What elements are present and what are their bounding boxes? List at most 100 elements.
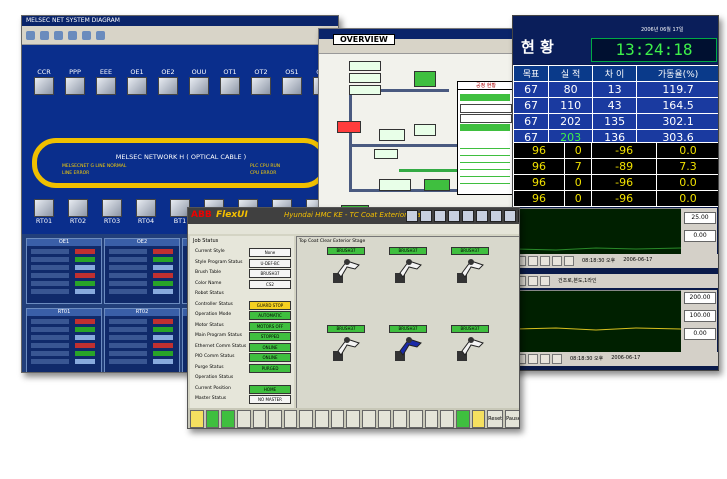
chart-icon[interactable] bbox=[462, 210, 474, 222]
status-cell bbox=[31, 265, 69, 270]
back-icon[interactable] bbox=[26, 30, 35, 40]
play-icon[interactable] bbox=[528, 276, 538, 286]
status-cell bbox=[31, 359, 69, 364]
status-cell bbox=[109, 281, 147, 286]
check-icon[interactable] bbox=[455, 410, 470, 428]
warning-icon[interactable] bbox=[190, 410, 204, 428]
status-key: Master Status bbox=[195, 396, 227, 401]
slot-button[interactable] bbox=[252, 410, 267, 428]
home-icon[interactable] bbox=[54, 30, 63, 40]
process-box[interactable] bbox=[414, 124, 436, 136]
process-box[interactable] bbox=[349, 85, 381, 95]
network-node-label: EEE bbox=[99, 68, 113, 76]
network-node[interactable]: EEE bbox=[92, 68, 120, 95]
zoom-in-icon[interactable] bbox=[540, 276, 550, 286]
view-icon[interactable] bbox=[518, 210, 519, 222]
slot-button[interactable] bbox=[330, 410, 345, 428]
status-cell bbox=[31, 281, 69, 286]
slot-button[interactable] bbox=[393, 410, 407, 428]
pause-button[interactable]: Pause bbox=[505, 410, 519, 428]
alert-icon[interactable] bbox=[471, 410, 486, 428]
reset-button[interactable]: Reset bbox=[487, 410, 504, 428]
zoom-in-icon[interactable] bbox=[552, 256, 562, 266]
slot-button[interactable] bbox=[377, 410, 392, 428]
slot-button[interactable] bbox=[315, 410, 329, 428]
tools-icon[interactable] bbox=[476, 210, 488, 222]
server-icon bbox=[220, 77, 240, 95]
trend2-min: 0.00 bbox=[684, 328, 716, 340]
trend2-date: 2006-06-17 bbox=[611, 355, 641, 361]
status-key: Operation Status bbox=[195, 375, 234, 380]
table-cell: 0 bbox=[564, 142, 593, 159]
tool-icon[interactable] bbox=[205, 410, 220, 428]
network-node[interactable]: RT03 bbox=[98, 198, 126, 225]
search-icon[interactable] bbox=[68, 30, 77, 40]
robot-arm-icon[interactable] bbox=[329, 333, 363, 363]
status-cell bbox=[75, 319, 95, 324]
network-node[interactable]: OUU bbox=[185, 68, 213, 95]
process-box[interactable] bbox=[379, 179, 411, 191]
alarm-box[interactable] bbox=[337, 121, 361, 133]
network-node[interactable]: OS1 bbox=[278, 68, 306, 95]
zoom-in-icon[interactable] bbox=[540, 354, 550, 364]
slot-button[interactable] bbox=[346, 410, 361, 428]
robot-arm-icon[interactable] bbox=[391, 255, 425, 285]
slot-button[interactable] bbox=[283, 410, 298, 428]
slot-button[interactable] bbox=[424, 410, 439, 428]
play-icon[interactable] bbox=[528, 354, 538, 364]
user-icon[interactable] bbox=[420, 210, 432, 222]
status-row: Style Program Status U-DEF-BC bbox=[193, 258, 293, 268]
zoom-out-icon[interactable] bbox=[564, 256, 574, 266]
table-cell: 67 bbox=[513, 113, 550, 130]
settings-icon[interactable] bbox=[448, 210, 460, 222]
process-box[interactable] bbox=[374, 149, 398, 159]
slot-button[interactable] bbox=[440, 410, 454, 428]
clock-icon[interactable] bbox=[406, 210, 418, 222]
process-box[interactable] bbox=[424, 179, 450, 191]
network-node[interactable]: CCR bbox=[30, 68, 58, 95]
network-node[interactable]: OT1 bbox=[216, 68, 244, 95]
network-ring bbox=[32, 138, 328, 188]
slot-button[interactable] bbox=[408, 410, 423, 428]
status-key: Motor Status bbox=[195, 322, 224, 328]
print-icon[interactable] bbox=[82, 30, 91, 40]
slot-button[interactable] bbox=[362, 410, 376, 428]
robot-arm-graphic bbox=[333, 337, 360, 361]
slot-button[interactable] bbox=[268, 410, 282, 428]
process-box[interactable] bbox=[349, 61, 381, 71]
power-icon[interactable] bbox=[221, 410, 235, 428]
trend2-time: 08:18:30 오후 bbox=[570, 356, 604, 362]
network-node[interactable]: RT01 bbox=[30, 198, 58, 225]
status-key: Current Style bbox=[195, 249, 225, 254]
network-node[interactable]: PPP bbox=[61, 68, 89, 95]
network-node[interactable]: OT2 bbox=[247, 68, 275, 95]
status-cell bbox=[153, 265, 173, 270]
robot-arm-icon[interactable] bbox=[391, 333, 425, 363]
status-value: U-DEF-BC bbox=[249, 258, 291, 268]
network-node[interactable]: RT02 bbox=[64, 198, 92, 225]
process-box[interactable] bbox=[349, 73, 381, 83]
status-panel: OE1 bbox=[26, 238, 102, 304]
status-cell bbox=[109, 327, 147, 332]
alarm-icon[interactable] bbox=[434, 210, 446, 222]
paint-icon[interactable] bbox=[504, 210, 516, 222]
slot-button[interactable] bbox=[299, 410, 314, 428]
zoom-out-icon[interactable] bbox=[552, 354, 562, 364]
robot-arm-icon[interactable] bbox=[453, 333, 487, 363]
network-node[interactable]: OE2 bbox=[154, 68, 182, 95]
robot-arm-icon[interactable] bbox=[329, 255, 363, 285]
help-icon[interactable] bbox=[490, 210, 502, 222]
process-box[interactable] bbox=[414, 71, 436, 87]
network-node[interactable]: OE1 bbox=[123, 68, 151, 95]
process-box[interactable] bbox=[379, 129, 405, 141]
trend-chart-2 bbox=[515, 290, 682, 354]
help-icon[interactable] bbox=[96, 30, 105, 40]
robot-arm-graphic bbox=[457, 337, 484, 361]
robot-arm-icon[interactable] bbox=[453, 255, 487, 285]
network-node[interactable]: RT04 bbox=[132, 198, 160, 225]
play-icon[interactable] bbox=[528, 256, 538, 266]
forward-icon[interactable] bbox=[40, 30, 49, 40]
slot-button[interactable] bbox=[236, 410, 251, 428]
forward-icon[interactable] bbox=[540, 256, 550, 266]
status-panel: RT02 bbox=[104, 308, 180, 372]
